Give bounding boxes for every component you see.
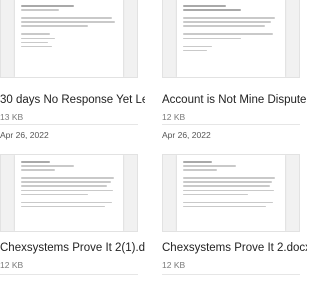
divider [0, 274, 138, 275]
divider [162, 124, 300, 125]
file-name[interactable]: 30 days No Response Yet Let... [0, 94, 145, 106]
file-size: 12 KB [162, 260, 186, 270]
file-size: 12 KB [162, 112, 186, 122]
file-grid: 30 days No Response Yet Let... 13 KB Apr… [0, 0, 307, 300]
document-thumbnail[interactable] [0, 154, 138, 232]
file-card[interactable]: Account is Not Mine Dispute... 12 KB Apr… [162, 0, 307, 140]
file-card[interactable]: 30 days No Response Yet Let... 13 KB Apr… [0, 0, 145, 140]
file-card[interactable]: Chexsystems Prove It 2(1).d... 12 KB [0, 150, 145, 300]
file-size: 13 KB [0, 112, 24, 122]
document-preview [177, 155, 285, 231]
document-thumbnail[interactable] [162, 154, 300, 232]
divider [162, 274, 300, 275]
file-size: 12 KB [0, 260, 24, 270]
file-name[interactable]: Chexsystems Prove It 2(1).d... [0, 242, 145, 254]
document-preview [177, 0, 285, 77]
file-date: Apr 26, 2022 [162, 130, 211, 140]
divider [0, 124, 138, 125]
file-name[interactable]: Account is Not Mine Dispute... [162, 94, 307, 106]
document-thumbnail[interactable] [162, 0, 300, 78]
document-thumbnail[interactable] [0, 0, 138, 78]
document-preview [15, 155, 123, 231]
file-name[interactable]: Chexsystems Prove It 2.docx [162, 242, 307, 254]
file-date: Apr 26, 2022 [0, 130, 49, 140]
file-card[interactable]: Chexsystems Prove It 2.docx 12 KB [162, 150, 307, 300]
document-preview [15, 0, 123, 77]
